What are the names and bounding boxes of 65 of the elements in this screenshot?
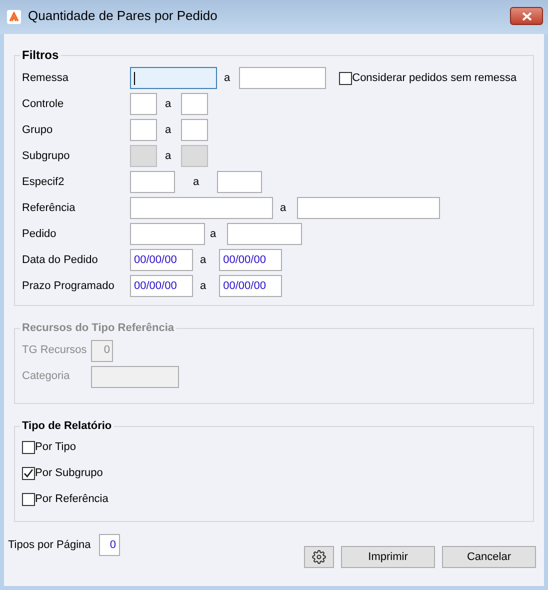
range-separator: a bbox=[200, 252, 206, 268]
input-field[interactable] bbox=[217, 171, 262, 193]
group-title: Filtros bbox=[21, 47, 60, 64]
input-field[interactable] bbox=[181, 119, 208, 141]
range-separator: a bbox=[165, 96, 172, 112]
input-field[interactable]: 0 bbox=[99, 534, 120, 556]
range-separator: a bbox=[210, 226, 216, 242]
field-value: 00/00/00 bbox=[223, 252, 266, 268]
dialog-button[interactable]: Imprimir bbox=[341, 546, 435, 568]
input-field[interactable] bbox=[227, 223, 302, 245]
range-separator: a bbox=[193, 174, 200, 190]
checkbox[interactable] bbox=[22, 493, 35, 506]
field-label: Controle bbox=[22, 96, 65, 112]
input-field[interactable] bbox=[130, 67, 217, 89]
dialog-button[interactable]: Cancelar bbox=[442, 546, 536, 568]
checkbox[interactable] bbox=[339, 72, 352, 84]
input-field[interactable]: 00/00/00 bbox=[219, 275, 282, 297]
input-field[interactable] bbox=[130, 171, 175, 193]
field-label: Prazo Programado bbox=[22, 278, 116, 294]
checkbox-label: Por Tipo bbox=[35, 440, 76, 456]
range-separator: a bbox=[165, 122, 172, 138]
group-title: Tipo de Relatório bbox=[21, 419, 113, 434]
window-title: Quantidade de Pares por Pedido bbox=[28, 7, 218, 26]
input-field[interactable] bbox=[239, 67, 326, 89]
input-field[interactable]: 00/00/00 bbox=[219, 249, 282, 271]
close-icon bbox=[522, 12, 532, 20]
input-field[interactable]: 00/00/00 bbox=[130, 249, 193, 271]
range-separator: a bbox=[224, 70, 230, 86]
field-label: Referência bbox=[22, 200, 76, 216]
field-label: Subgrupo bbox=[22, 148, 71, 164]
group-title: Recursos do Tipo Referência bbox=[21, 321, 176, 336]
field-label: Tipos por Página bbox=[8, 538, 92, 553]
text-cursor bbox=[134, 72, 135, 84]
input-field[interactable]: 00/00/00 bbox=[130, 275, 193, 297]
field-value: 00/00/00 bbox=[134, 252, 177, 268]
input-field[interactable] bbox=[130, 119, 157, 141]
field-value: 0 bbox=[104, 343, 110, 358]
range-separator: a bbox=[165, 148, 172, 164]
field-label: Grupo bbox=[22, 122, 54, 138]
checkbox[interactable] bbox=[22, 467, 35, 480]
field-label: Remessa bbox=[22, 70, 70, 86]
field-value: 00/00/00 bbox=[134, 278, 177, 294]
checkbox[interactable] bbox=[22, 441, 35, 454]
range-separator: a bbox=[280, 200, 286, 216]
checkbox-label: Considerar pedidos sem remessa bbox=[352, 70, 517, 86]
settings-button[interactable] bbox=[304, 546, 334, 568]
settings-icon bbox=[312, 550, 326, 564]
checkbox-label: Por Subgrupo bbox=[35, 466, 103, 482]
input-field[interactable] bbox=[130, 223, 205, 245]
app-logo-icon bbox=[7, 10, 21, 24]
input-field[interactable] bbox=[130, 93, 157, 115]
field-label: TG Recursos bbox=[22, 343, 88, 358]
input-field[interactable] bbox=[181, 93, 208, 115]
field-label: Especif2 bbox=[22, 174, 66, 190]
field-label: Pedido bbox=[22, 226, 58, 242]
checkbox-label: Por Referência bbox=[35, 492, 108, 508]
input-field[interactable] bbox=[297, 197, 440, 219]
check-icon bbox=[23, 468, 34, 479]
input-field[interactable] bbox=[130, 197, 273, 219]
field-value: 00/00/00 bbox=[223, 278, 266, 294]
field-value: 0 bbox=[110, 538, 116, 553]
range-separator: a bbox=[200, 278, 206, 294]
field-label: Categoria bbox=[22, 369, 71, 384]
field-label: Data do Pedido bbox=[22, 252, 99, 268]
close-button[interactable] bbox=[510, 7, 543, 25]
